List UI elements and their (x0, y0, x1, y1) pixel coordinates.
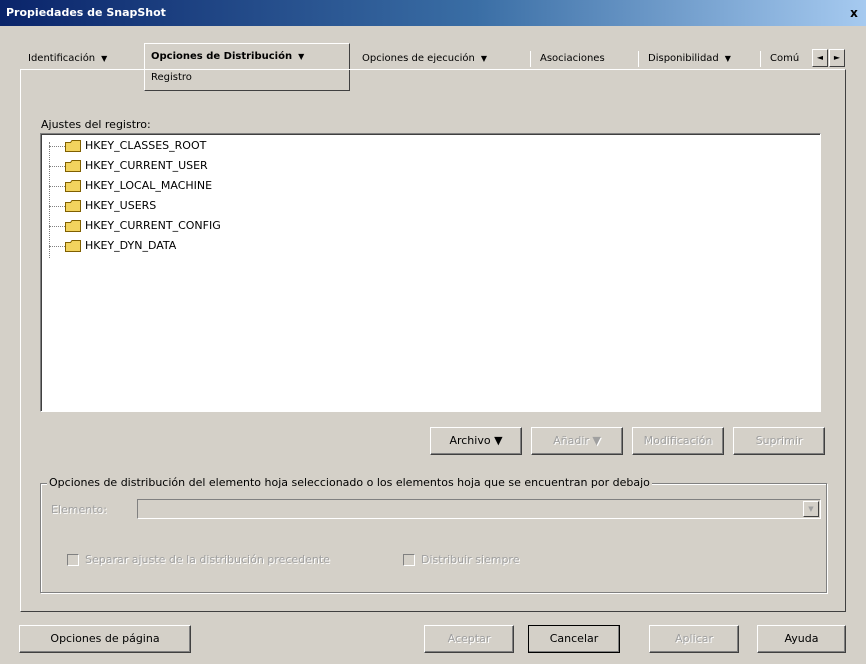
modificacion-button[interactable]: Modificación (632, 427, 724, 455)
aceptar-button[interactable]: Aceptar (424, 625, 514, 653)
tab-divider (638, 51, 639, 67)
tree-connector (49, 146, 65, 147)
tab-opciones-distribucion[interactable]: Opciones de Distribución ▼ (144, 43, 350, 71)
cancelar-button[interactable]: Cancelar (528, 625, 620, 653)
tree-connector (49, 246, 65, 247)
distribution-options-group: Opciones de distribución del elemento ho… (40, 476, 827, 593)
tab-label: Identificación (28, 53, 96, 64)
tab-scroll-right-button[interactable]: ► (829, 49, 845, 67)
chevron-down-icon: ▼ (298, 52, 305, 61)
tab-opciones-ejecucion[interactable]: Opciones de ejecución ▼ (356, 47, 493, 71)
registry-tree[interactable]: HKEY_CLASSES_ROOT HKEY_CURRENT_USER HKEY… (40, 133, 821, 412)
tree-connector (49, 226, 65, 227)
anadir-menu-button[interactable]: Añadir ▼ (531, 427, 623, 455)
tree-node-label: HKEY_CURRENT_USER (85, 159, 208, 172)
tree-node[interactable]: HKEY_CURRENT_CONFIG (49, 218, 349, 234)
page-options-button[interactable]: Opciones de página (19, 625, 191, 653)
chevron-down-icon: ▼ (724, 54, 731, 63)
tab-panel: Ajustes del registro: HKEY_CLASSES_ROOT … (20, 69, 846, 612)
archivo-menu-button[interactable]: Archivo ▼ (430, 427, 522, 455)
tree-node[interactable]: HKEY_CURRENT_USER (49, 158, 349, 174)
tree-node[interactable]: HKEY_USERS (49, 198, 349, 214)
tab-comun[interactable]: Comú (764, 47, 805, 71)
properties-dialog: Propiedades de SnapShot x Identificación… (0, 0, 866, 664)
tree-connector (49, 206, 65, 207)
tree-node-label: HKEY_LOCAL_MACHINE (85, 179, 213, 192)
elemento-combobox[interactable]: ▼ (137, 499, 821, 519)
registry-settings-label: Ajustes del registro: (41, 118, 151, 131)
tab-label: Disponibilidad (648, 53, 719, 64)
tab-identificacion[interactable]: Identificación ▼ (22, 47, 113, 71)
tab-label: Asociaciones (540, 53, 605, 64)
tree-connector (49, 166, 65, 167)
folder-icon (65, 220, 81, 232)
suprimir-button[interactable]: Suprimir (733, 427, 825, 455)
tree-node-label: HKEY_CURRENT_CONFIG (85, 219, 221, 232)
close-button[interactable]: x (846, 6, 862, 20)
distribuir-siempre-checkbox[interactable] (403, 554, 415, 566)
tab-scroll-left-button[interactable]: ◄ (812, 49, 828, 67)
tab-label: Opciones de Distribución (151, 51, 293, 62)
separar-ajuste-checkbox[interactable] (67, 554, 79, 566)
aplicar-button[interactable]: Aplicar (649, 625, 739, 653)
ayuda-button[interactable]: Ayuda (757, 625, 846, 653)
tree-node[interactable]: HKEY_LOCAL_MACHINE (49, 178, 349, 194)
folder-icon (65, 140, 81, 152)
chevron-down-icon: ▼ (101, 54, 108, 63)
tree-node[interactable]: HKEY_CLASSES_ROOT (49, 138, 349, 154)
tree-node[interactable]: HKEY_DYN_DATA (49, 238, 349, 254)
tab-label: Opciones de ejecución (362, 53, 475, 64)
tab-divider (760, 51, 761, 67)
tree-node-label: HKEY_CLASSES_ROOT (85, 139, 207, 152)
tree-node-label: HKEY_USERS (85, 199, 157, 212)
chevron-down-icon[interactable]: ▼ (803, 501, 819, 517)
distribuir-siempre-label: Distribuir siempre (421, 553, 520, 566)
chevron-down-icon: ▼ (480, 54, 487, 63)
elemento-label: Elemento: (51, 503, 107, 516)
tab-divider (530, 51, 531, 67)
window-title: Propiedades de SnapShot (6, 6, 166, 19)
tab-label: Comú (770, 53, 800, 64)
tree-node-label: HKEY_DYN_DATA (85, 239, 177, 252)
folder-icon (65, 160, 81, 172)
title-bar: Propiedades de SnapShot x (0, 0, 866, 26)
folder-icon (65, 180, 81, 192)
folder-icon (65, 200, 81, 212)
folder-icon (65, 240, 81, 252)
group-legend: Opciones de distribución del elemento ho… (47, 476, 652, 489)
tree-connector (49, 186, 65, 187)
tab-disponibilidad[interactable]: Disponibilidad ▼ (642, 47, 737, 71)
separar-ajuste-label: Separar ajuste de la distribución preced… (85, 553, 330, 566)
tab-asociaciones[interactable]: Asociaciones (534, 47, 611, 71)
